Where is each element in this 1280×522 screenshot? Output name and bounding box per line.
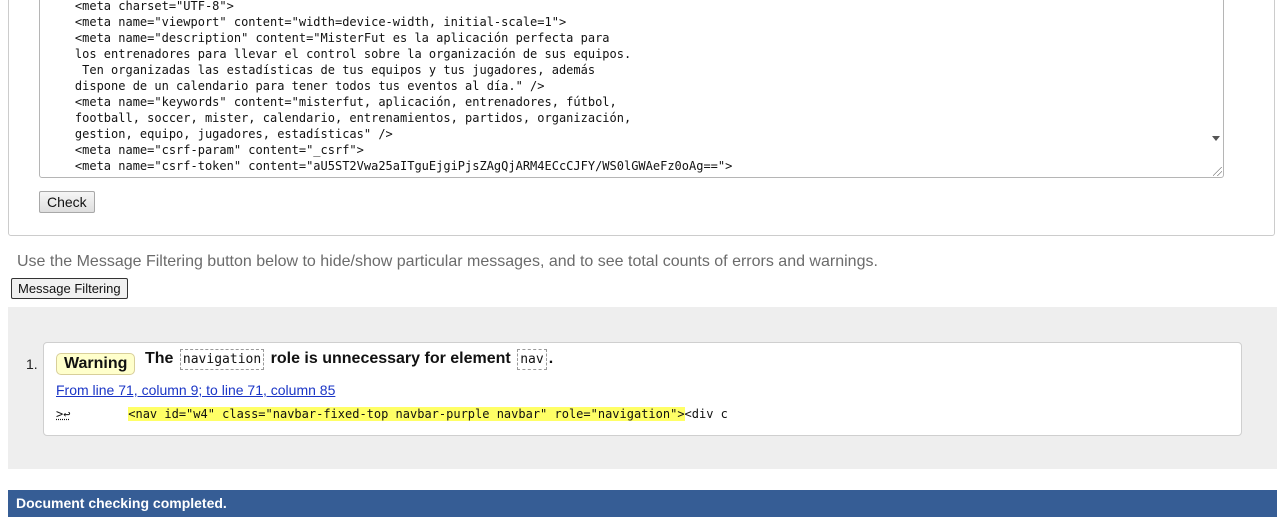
message-text: The navigation role is unnecessary for e…: [145, 349, 554, 370]
message-text-after: .: [548, 350, 554, 367]
element-code: nav: [517, 349, 547, 370]
message-number: 1.: [26, 356, 38, 372]
role-code: navigation: [179, 349, 265, 370]
source-code-text[interactable]: <head> <meta charset="UTF-8"> <meta name…: [46, 0, 732, 174]
status-bar: Document checking completed.: [8, 490, 1277, 517]
location-link[interactable]: From line 71, column 9; to line 71, colu…: [56, 382, 335, 398]
source-input-panel: <head> <meta charset="UTF-8"> <meta name…: [8, 0, 1275, 236]
filtering-instructions: Use the Message Filtering button below t…: [17, 253, 878, 270]
source-textarea[interactable]: <head> <meta charset="UTF-8"> <meta name…: [39, 0, 1224, 178]
message-text-middle: role is unnecessary for element: [270, 350, 511, 367]
warning-badge: Warning: [56, 353, 136, 375]
highlighted-code: <nav id="w4" class="navbar-fixed-top nav…: [128, 407, 685, 421]
extract-suffix: <div c: [684, 407, 728, 421]
resize-grip-icon[interactable]: [1213, 167, 1222, 176]
line-break-icon: >↩: [56, 407, 71, 421]
scroll-down-arrow-icon[interactable]: [1212, 136, 1220, 141]
message-filtering-button[interactable]: Message Filtering: [11, 278, 128, 299]
check-button[interactable]: Check: [39, 191, 95, 213]
message-card: Warning The navigation role is unnecessa…: [43, 342, 1242, 436]
message-text-before: The: [145, 350, 174, 367]
results-panel: 1. Warning The navigation role is unnece…: [8, 307, 1277, 469]
code-extract: >↩ <nav id="w4" class="navbar-fixed-top …: [56, 407, 728, 421]
